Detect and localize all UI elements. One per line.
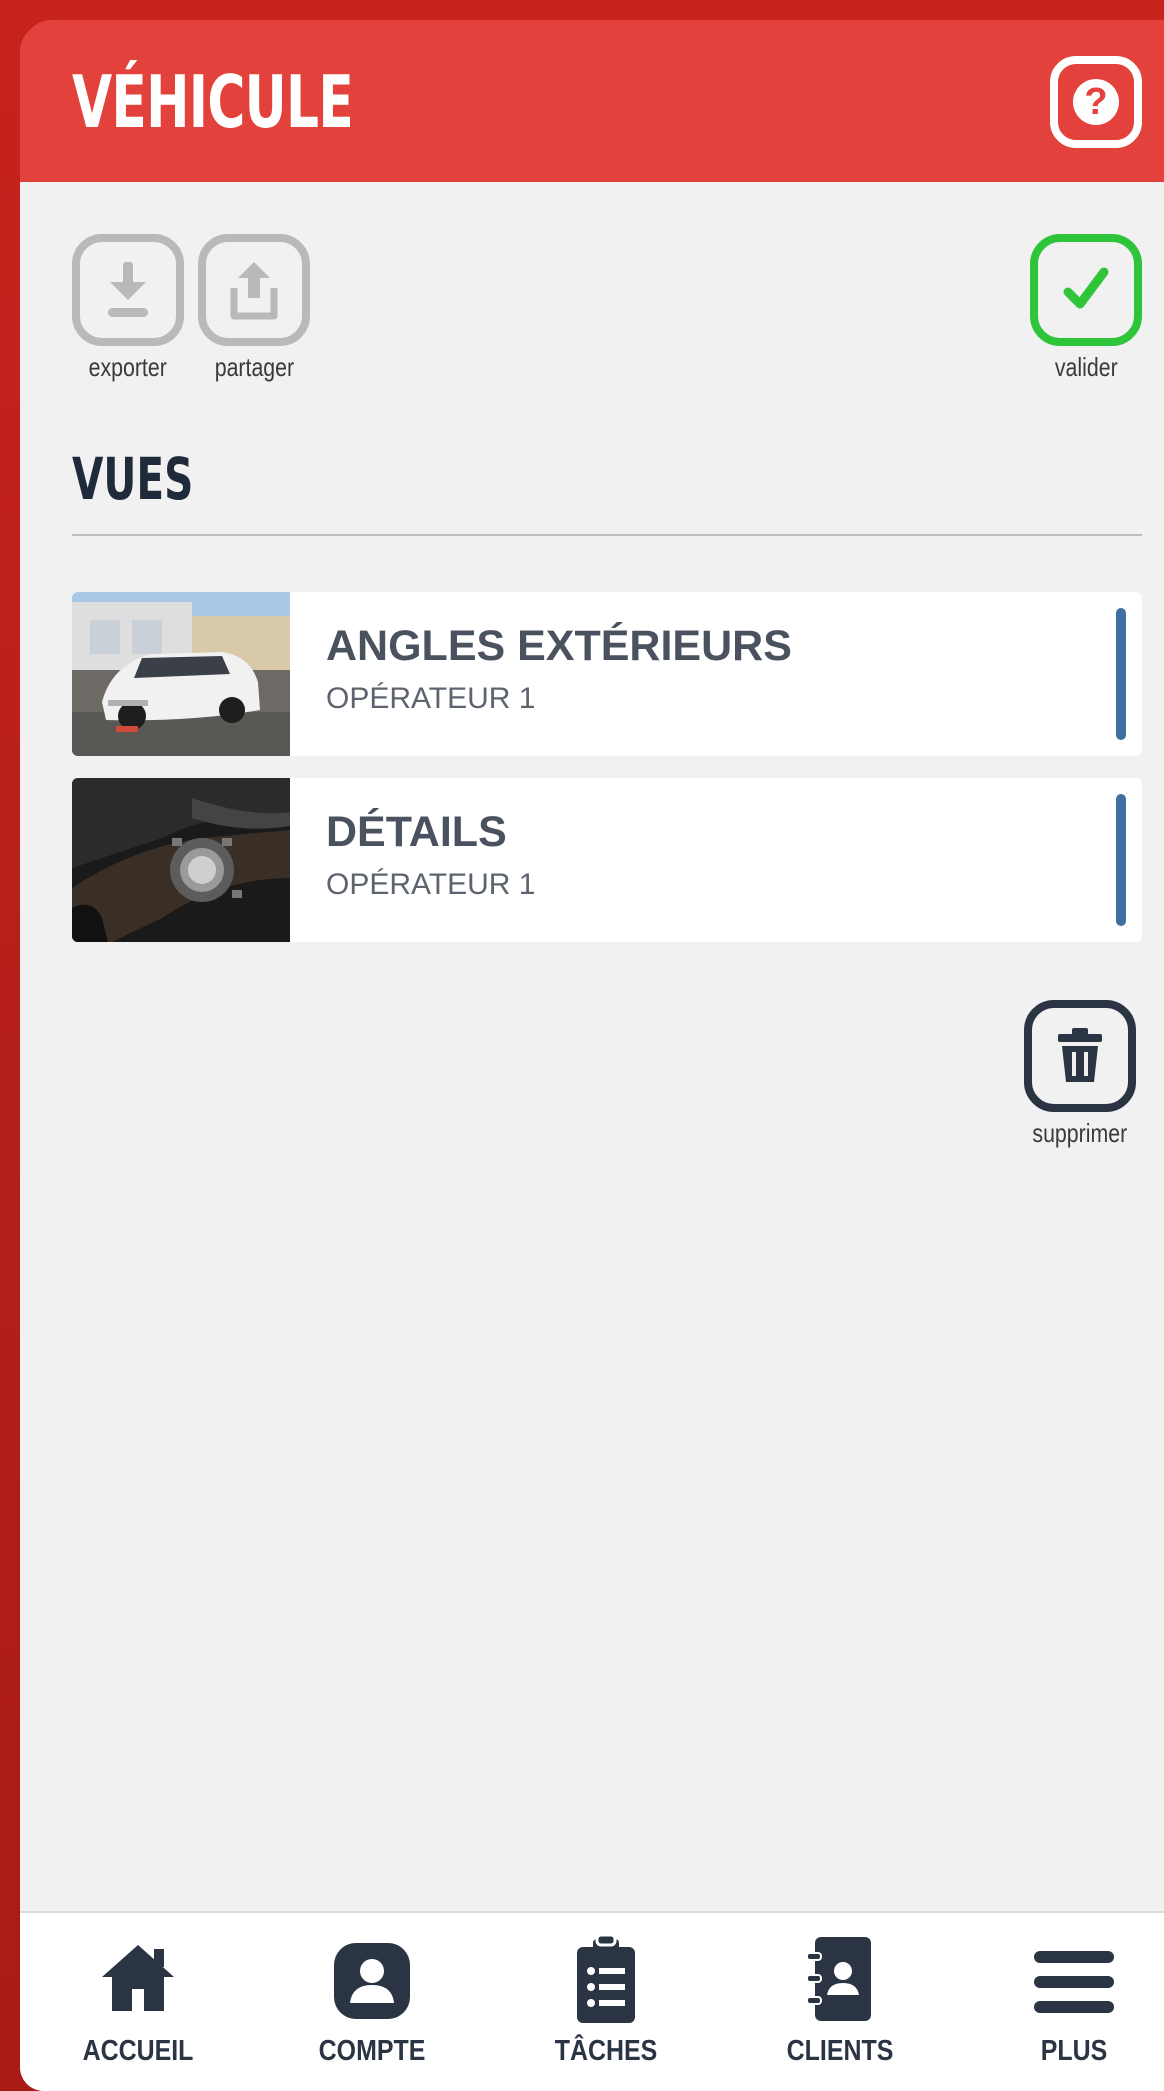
view-operator: OPÉRATEUR 1 bbox=[326, 868, 536, 901]
user-icon bbox=[334, 1943, 410, 2019]
validate-action[interactable]: valider bbox=[1030, 234, 1142, 383]
download-icon bbox=[108, 262, 148, 317]
share-upload-icon bbox=[230, 262, 278, 320]
view-name: ANGLES EXTÉRIEURS bbox=[326, 622, 792, 670]
app-screen: VÉHICULE ? exporter partager valider VUE… bbox=[20, 20, 1164, 2091]
nav-label: COMPTE bbox=[318, 2035, 426, 2067]
drag-handle[interactable] bbox=[1116, 794, 1126, 926]
share-label: partager bbox=[214, 352, 294, 382]
nav-label: PLUS bbox=[1040, 2035, 1108, 2067]
trash-icon bbox=[1057, 1028, 1102, 1082]
view-card[interactable]: ANGLES EXTÉRIEURS OPÉRATEUR 1 bbox=[72, 592, 1142, 756]
share-button[interactable] bbox=[198, 234, 310, 346]
view-name: DÉTAILS bbox=[326, 808, 507, 856]
view-operator: OPÉRATEUR 1 bbox=[326, 682, 536, 715]
checkmark-icon bbox=[1063, 267, 1109, 309]
hamburger-menu-icon bbox=[1034, 1951, 1114, 2013]
views-section-title: VUES bbox=[72, 445, 194, 513]
clipboard-list-icon bbox=[577, 1935, 635, 2023]
delete-label: supprimer bbox=[1032, 1118, 1128, 1148]
address-book-icon bbox=[806, 1937, 871, 2021]
bottom-nav: ACCUEIL COMPTE TÂCHES CLIENTS PLUS bbox=[20, 1911, 1164, 2091]
export-action[interactable]: exporter bbox=[72, 234, 184, 383]
export-label: exporter bbox=[88, 352, 168, 382]
nav-item-clients[interactable]: CLIENTS bbox=[740, 1913, 940, 2091]
nav-label: CLIENTS bbox=[786, 2035, 894, 2067]
nav-label: TÂCHES bbox=[554, 2035, 658, 2067]
app-header: VÉHICULE ? bbox=[20, 20, 1164, 182]
nav-item-more[interactable]: PLUS bbox=[974, 1913, 1164, 2091]
section-divider bbox=[72, 534, 1142, 536]
nav-item-home[interactable]: ACCUEIL bbox=[38, 1913, 238, 2091]
drag-handle[interactable] bbox=[1116, 608, 1126, 740]
help-button[interactable]: ? bbox=[1050, 56, 1142, 148]
interior-detail-photo bbox=[72, 778, 290, 942]
page-title: VÉHICULE bbox=[72, 60, 354, 144]
question-mark-icon: ? bbox=[1073, 79, 1119, 125]
delete-button[interactable] bbox=[1023, 1000, 1136, 1112]
exterior-car-photo bbox=[72, 592, 290, 756]
home-icon bbox=[102, 1945, 174, 2011]
nav-label: ACCUEIL bbox=[82, 2035, 194, 2067]
delete-action[interactable]: supprimer bbox=[1022, 1000, 1138, 1149]
nav-item-tasks[interactable]: TÂCHES bbox=[506, 1913, 706, 2091]
validate-label: valider bbox=[1054, 352, 1118, 382]
nav-item-account[interactable]: COMPTE bbox=[272, 1913, 472, 2091]
validate-button[interactable] bbox=[1030, 234, 1142, 346]
view-card[interactable]: DÉTAILS OPÉRATEUR 1 bbox=[72, 778, 1142, 942]
share-action[interactable]: partager bbox=[198, 234, 310, 383]
export-button[interactable] bbox=[72, 234, 184, 346]
